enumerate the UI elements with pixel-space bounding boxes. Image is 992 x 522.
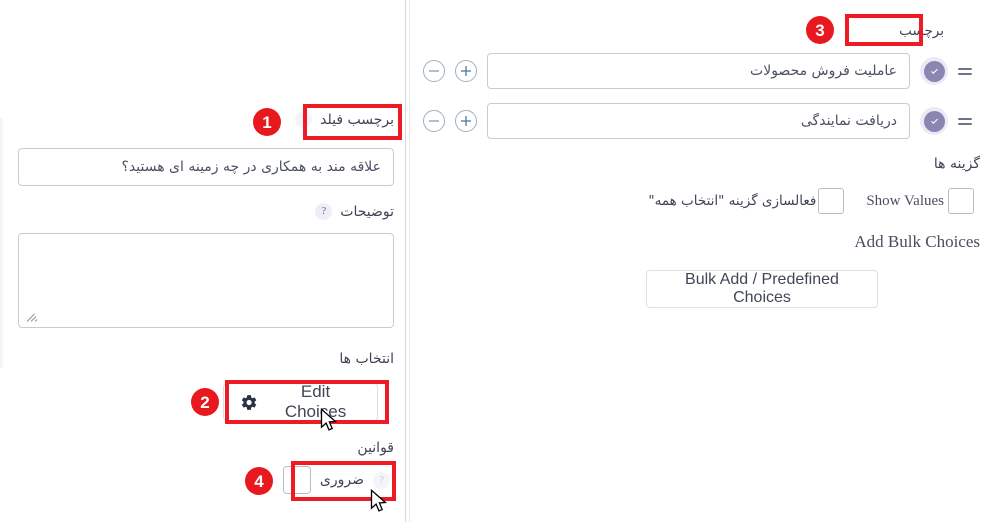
question-mark-icon[interactable]: ? — [295, 111, 313, 128]
drag-handle-icon[interactable] — [958, 67, 972, 75]
bulk-add-label: Bulk Add / Predefined Choices — [685, 271, 839, 306]
select-all-label: فعالسازی گزینه "انتخاب همه" — [648, 193, 817, 209]
choices-editor-panel: برچسب عاملیت فروش محصولات دریافت نمایندگ… — [410, 0, 992, 522]
edit-choices-button[interactable]: Edit Choices — [223, 382, 378, 421]
choice-input-2[interactable] — [487, 103, 910, 139]
check-circle-icon[interactable] — [920, 107, 948, 135]
field-settings-panel: برچسب فیلد ? توضیحات ? انتخاب ها Edit Ch… — [0, 0, 406, 522]
check-circle-icon[interactable] — [920, 57, 948, 85]
drag-handle-icon[interactable] — [958, 117, 972, 125]
choice-input-1[interactable] — [487, 53, 910, 89]
required-checkbox-row: ? ضروری — [282, 466, 390, 494]
required-checkbox[interactable] — [282, 466, 311, 494]
panel-left-edge — [0, 118, 3, 368]
description-textarea[interactable] — [18, 233, 394, 328]
table-row — [423, 53, 972, 89]
description-textarea-wrap — [18, 233, 394, 328]
minus-circle-icon[interactable] — [423, 110, 445, 132]
options-section-label: گزینه ها — [933, 156, 980, 172]
plus-circle-icon[interactable] — [455, 110, 477, 132]
select-all-checkbox[interactable] — [818, 188, 845, 214]
required-label: ضروری — [319, 472, 364, 488]
options-checkbox-row: Show Values فعالسازی گزینه "انتخاب همه" — [648, 188, 974, 214]
show-values-label: Show Values — [866, 192, 944, 209]
field-label-row: برچسب فیلد ? — [295, 111, 394, 128]
table-row — [423, 103, 972, 139]
choices-section-label: انتخاب ها — [339, 351, 394, 367]
panel-divider — [405, 0, 406, 522]
plus-circle-icon[interactable] — [455, 60, 477, 82]
choices-header-label: برچسب — [899, 23, 944, 39]
field-label-input[interactable] — [18, 148, 394, 186]
minus-circle-icon[interactable] — [423, 60, 445, 82]
question-mark-icon[interactable]: ? — [373, 471, 390, 489]
rules-section-label: قوانین — [357, 440, 394, 456]
bulk-add-button[interactable]: Bulk Add / Predefined Choices — [646, 270, 878, 308]
show-values-checkbox[interactable] — [948, 188, 974, 214]
gear-icon — [241, 394, 257, 410]
edit-choices-label: Edit Choices — [284, 382, 347, 421]
field-label-caption: برچسب فیلد — [320, 111, 394, 128]
bulk-choices-label: Add Bulk Choices — [854, 232, 980, 251]
description-label-caption: توضیحات — [340, 203, 394, 220]
description-label-row: توضیحات ? — [315, 203, 394, 220]
screenshot-root: برچسب فیلد ? توضیحات ? انتخاب ها Edit Ch… — [0, 0, 992, 522]
question-mark-icon[interactable]: ? — [315, 203, 333, 220]
